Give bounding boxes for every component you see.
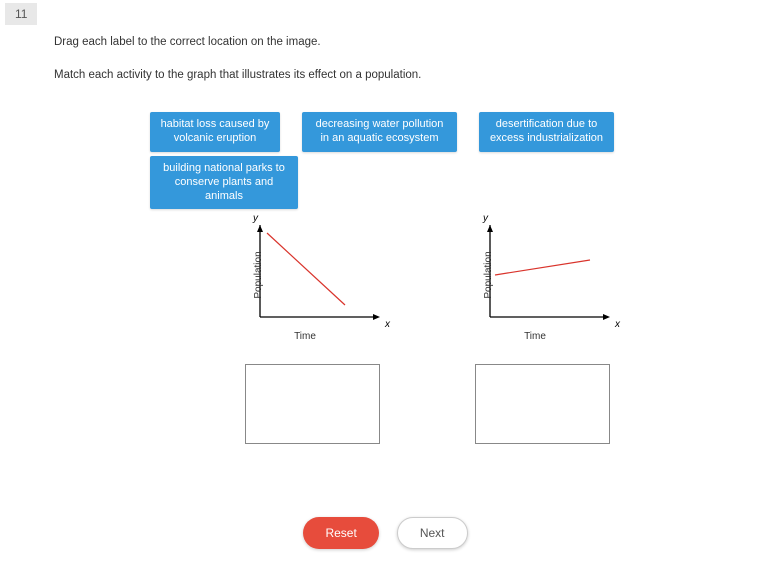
drop-zone-2[interactable]: [475, 364, 610, 444]
graph-2-block: Population y x Time: [465, 225, 610, 444]
graphs-container: Population y x Time Population y x: [235, 225, 610, 444]
graph-1-axes: Population y x: [255, 225, 380, 325]
button-bar: Reset Next: [0, 517, 771, 549]
graph-1-xvar: x: [385, 319, 390, 330]
graph-2-yvar: y: [483, 213, 488, 224]
graph-1-ylabel: Population: [253, 251, 264, 298]
draggable-label-row-1: habitat loss caused by volcanic eruption…: [150, 112, 614, 152]
graph-1-xlabel: Time: [255, 331, 355, 342]
subinstruction-text: Match each activity to the graph that il…: [54, 69, 421, 81]
question-number: 11: [5, 3, 37, 25]
graph-1-block: Population y x Time: [235, 225, 380, 444]
draggable-label-row-2: building national parks to conserve plan…: [150, 156, 298, 209]
drag-label-national-parks[interactable]: building national parks to conserve plan…: [150, 156, 298, 209]
graph-2-xvar: x: [615, 319, 620, 330]
graph-2-axes: Population y x: [485, 225, 610, 325]
drag-label-water-pollution[interactable]: decreasing water pollution in an aquatic…: [302, 112, 457, 152]
reset-button[interactable]: Reset: [303, 517, 378, 549]
graph-2-xlabel: Time: [485, 331, 585, 342]
graph-1-yvar: y: [253, 213, 258, 224]
graph-2-svg: [485, 225, 610, 325]
next-button[interactable]: Next: [397, 517, 468, 549]
instruction-text: Drag each label to the correct location …: [54, 36, 321, 48]
drop-zone-1[interactable]: [245, 364, 380, 444]
graph-2-ylabel: Population: [483, 251, 494, 298]
drag-label-desertification[interactable]: desertification due to excess industrial…: [479, 112, 614, 152]
drag-label-habitat-loss[interactable]: habitat loss caused by volcanic eruption: [150, 112, 280, 152]
graph-1-svg: [255, 225, 380, 325]
